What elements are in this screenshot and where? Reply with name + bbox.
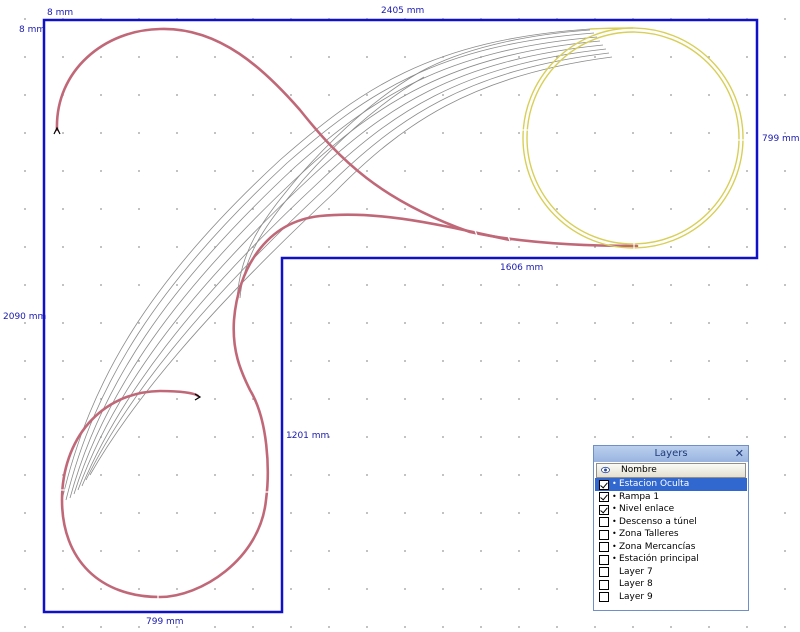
layer-row[interactable]: • Rampa 1 <box>595 491 747 504</box>
layer-name: Nivel enlace <box>619 504 675 514</box>
dimension-bottom-width: 799 mm <box>146 617 184 627</box>
layer-bullet-icon: • <box>612 504 617 513</box>
layers-title: Layers <box>654 448 688 459</box>
layer-bullet-icon: • <box>612 541 617 551</box>
layers-column-header[interactable]: Nombre <box>596 463 746 478</box>
layers-titlebar[interactable]: Layers ✕ <box>594 446 748 462</box>
layer-visibility-checkbox[interactable] <box>599 504 609 515</box>
track-end-markers <box>53 126 202 401</box>
layer-name: Estación principal <box>619 554 699 564</box>
layer-name: Zona Talleres <box>619 529 679 539</box>
eye-icon <box>601 466 610 474</box>
layer-visibility-checkbox[interactable] <box>599 517 609 527</box>
layer-bullet-icon: • <box>612 529 617 538</box>
layers-panel: Layers ✕ Nombre • Estacion Oculta • Rampa 1… <box>593 445 749 611</box>
dimension-top-left-x: 8 mm <box>47 8 74 18</box>
layer-visibility-checkbox[interactable] <box>599 492 609 502</box>
layer-visibility-checkbox[interactable] <box>599 479 609 490</box>
layer-name: Estacion Oculta <box>619 479 690 489</box>
layer-row[interactable]: • Nivel enlace <box>595 503 747 516</box>
dimension-inner-width: 1606 mm <box>500 263 544 273</box>
layer-name: Rampa 1 <box>619 491 660 502</box>
dimension-top-left-y: 8 mm <box>19 25 46 35</box>
layer-row[interactable]: Layer 9 <box>595 591 747 604</box>
layer-bullet-icon: • <box>612 479 617 488</box>
dimension-top-width: 2405 mm <box>381 6 425 16</box>
layer-visibility-checkbox[interactable] <box>599 567 609 577</box>
dimension-right-height: 799 mm <box>762 134 800 144</box>
layer-row[interactable]: • Zona Mercancías <box>595 541 747 554</box>
layer-row[interactable]: • Estación principal <box>595 553 747 566</box>
layer-visibility-checkbox[interactable] <box>599 542 609 552</box>
layer-row[interactable]: • Zona Talleres <box>595 528 747 541</box>
layer-name: Descenso a túnel <box>619 516 697 527</box>
dimension-left-height: 2090 mm <box>3 312 47 322</box>
layer-name: Layer 8 <box>619 579 653 589</box>
layer-visibility-checkbox[interactable] <box>599 579 609 590</box>
layer-name: Layer 9 <box>619 591 653 602</box>
layer-name: Zona Mercancías <box>619 541 696 552</box>
layer-visibility-checkbox[interactable] <box>599 554 609 565</box>
yellow-loop-tracks <box>522 27 744 249</box>
layer-bullet-icon: • <box>612 516 617 526</box>
layer-name: Layer 7 <box>619 566 653 577</box>
column-header-name: Nombre <box>621 465 657 475</box>
layer-bullet-icon: • <box>612 554 617 563</box>
layer-row[interactable]: Layer 7 <box>595 566 747 579</box>
layer-row[interactable]: • Estacion Oculta <box>595 478 747 491</box>
dimension-inner-height: 1201 mm <box>286 431 330 441</box>
layer-row[interactable]: Layer 8 <box>595 578 747 591</box>
layer-row[interactable]: • Descenso a túnel <box>595 516 747 529</box>
layer-visibility-checkbox[interactable] <box>599 592 609 602</box>
layer-visibility-checkbox[interactable] <box>599 529 609 540</box>
layer-bullet-icon: • <box>612 491 617 501</box>
layers-list: • Estacion Oculta • Rampa 1 • Nivel enlace • De… <box>594 478 748 603</box>
close-icon[interactable]: ✕ <box>735 446 744 462</box>
